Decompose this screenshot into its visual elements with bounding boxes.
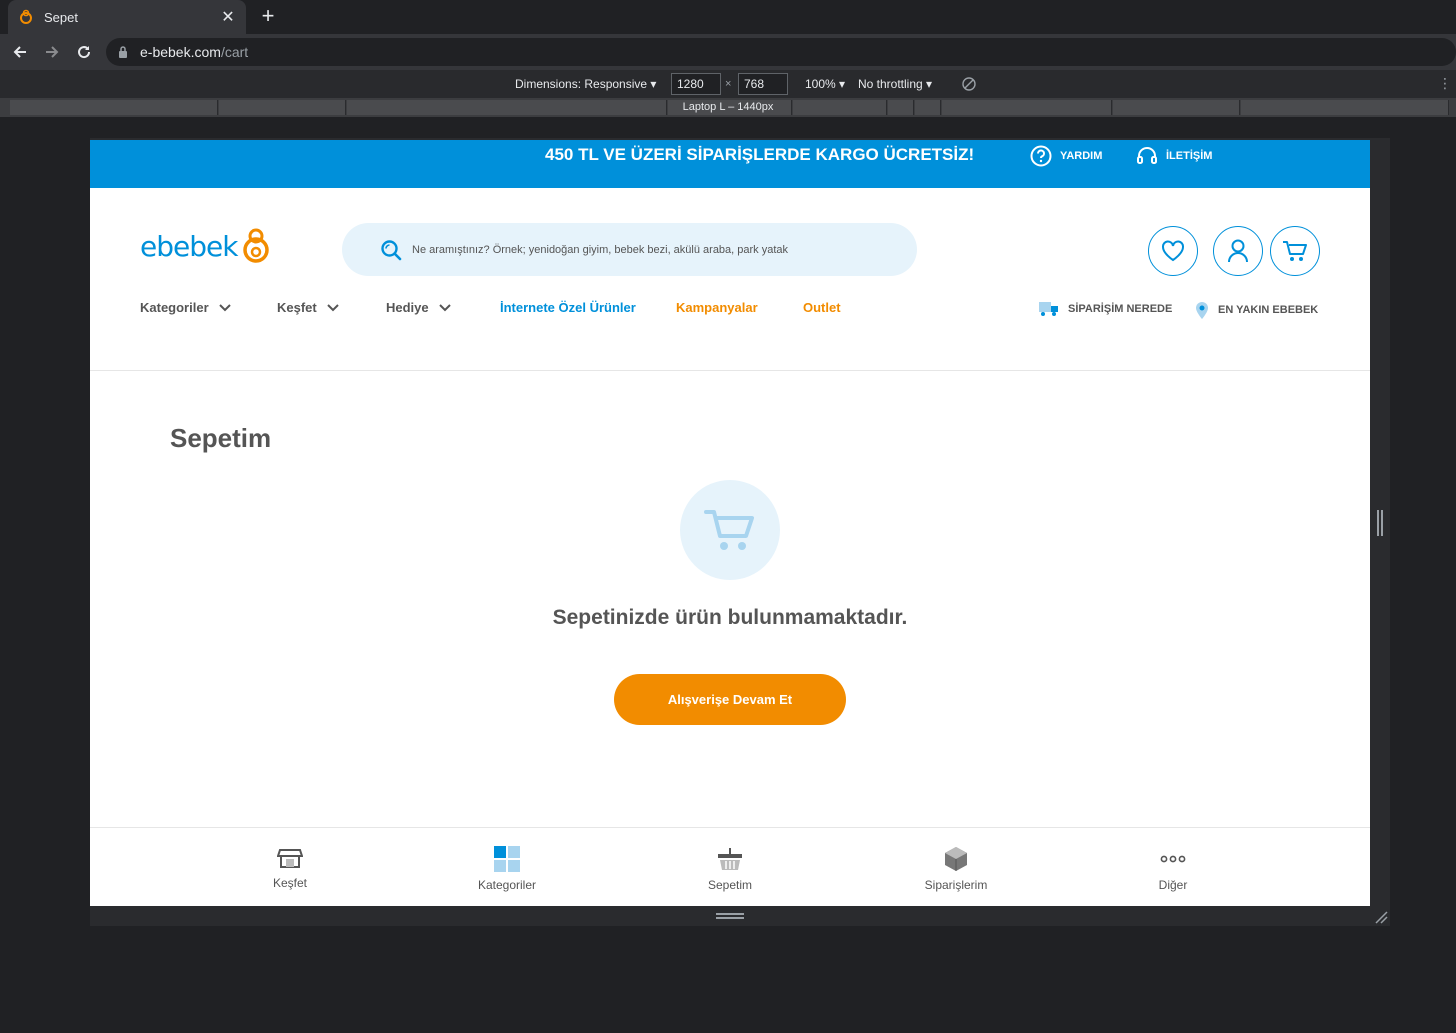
order-tracking-link[interactable]: SİPARİŞİM NEREDE bbox=[1038, 300, 1172, 318]
chevron-down-icon bbox=[327, 303, 339, 311]
bottom-nav-label: Sepetim bbox=[707, 878, 753, 892]
contact-link[interactable]: İLETİŞİM bbox=[1136, 145, 1212, 167]
new-tab-icon[interactable]: + bbox=[258, 5, 278, 27]
browser-tabbar: Sepet ✕ + bbox=[0, 0, 1456, 34]
breakpoint-label: Laptop L – 1440px bbox=[682, 101, 774, 113]
bottom-nav-label: Keşfet bbox=[272, 876, 308, 890]
bottom-navigation: Keşfet Kategoriler Sepetim Siparişlerim … bbox=[90, 827, 1370, 906]
nav-gift[interactable]: Hediye bbox=[386, 300, 451, 315]
height-input[interactable]: 768 bbox=[738, 73, 788, 95]
nav-discover[interactable]: Keşfet bbox=[277, 300, 339, 315]
bottom-nav-label: Kategoriler bbox=[477, 878, 537, 892]
tab-title: Sepet bbox=[44, 9, 78, 25]
web-page: 450 TL VE ÜZERİ SİPARİŞLERDE KARGO ÜCRET… bbox=[90, 140, 1370, 906]
more-icon bbox=[1160, 855, 1186, 863]
bottom-nav-label: Siparişlerim bbox=[924, 878, 988, 892]
address-bar[interactable]: e-bebek.com/cart bbox=[106, 38, 1456, 66]
page-title: Sepetim bbox=[170, 423, 272, 453]
package-icon bbox=[945, 847, 967, 871]
store-icon bbox=[277, 849, 303, 868]
media-query-bar[interactable]: Laptop L – 1440px bbox=[0, 99, 1456, 117]
header-divider bbox=[90, 370, 1370, 371]
user-icon bbox=[1228, 239, 1248, 263]
bottom-nav-label: Diğer bbox=[1158, 878, 1188, 892]
throttling-select[interactable]: No throttling ▾ bbox=[858, 77, 932, 91]
cart-button[interactable] bbox=[1270, 226, 1320, 276]
nav-discover-label: Keşfet bbox=[277, 300, 317, 315]
zoom-select[interactable]: 100% ▾ bbox=[805, 77, 845, 91]
bottom-nav-more[interactable]: Diğer bbox=[1113, 846, 1233, 892]
back-icon[interactable] bbox=[4, 36, 36, 68]
nav-campaigns-label: Kampanyalar bbox=[676, 300, 758, 315]
device-toolbar: Dimensions: Responsive ▾ 1280 × 768 100%… bbox=[0, 70, 1456, 99]
browser-tab[interactable]: Sepet ✕ bbox=[8, 0, 246, 34]
help-icon bbox=[1030, 145, 1052, 167]
bottom-nav-discover[interactable]: Keşfet bbox=[230, 846, 350, 890]
basket-icon bbox=[718, 848, 742, 870]
empty-cart-illustration bbox=[680, 480, 780, 580]
url-host: e-bebek.com bbox=[140, 44, 221, 60]
help-label: YARDIM bbox=[1060, 150, 1103, 162]
times-sign: × bbox=[725, 78, 732, 90]
search-icon[interactable] bbox=[380, 239, 402, 261]
url-path: /cart bbox=[220, 44, 249, 60]
nav-outlet[interactable]: Outlet bbox=[803, 300, 841, 315]
order-tracking-label: SİPARİŞİM NEREDE bbox=[1068, 303, 1173, 315]
contact-label: İLETİŞİM bbox=[1166, 150, 1213, 162]
width-input[interactable]: 1280 bbox=[671, 73, 721, 95]
nav-online-exclusive[interactable]: İnternete Özel Ürünler bbox=[500, 300, 636, 315]
nav-gift-label: Hediye bbox=[386, 300, 429, 315]
bottom-nav-categories[interactable]: Kategoriler bbox=[447, 846, 567, 892]
rotate-icon[interactable] bbox=[962, 77, 976, 91]
heart-icon bbox=[1162, 240, 1184, 262]
empty-cart-message: Sepetinizde ürün bulunmamaktadır. bbox=[552, 606, 908, 629]
close-tab-icon[interactable]: ✕ bbox=[220, 7, 236, 27]
resize-corner-icon[interactable] bbox=[1372, 908, 1388, 924]
free-shipping-text: 450 TL VE ÜZERİ SİPARİŞLERDE KARGO ÜCRET… bbox=[545, 145, 975, 164]
favorites-button[interactable] bbox=[1148, 226, 1198, 276]
account-button[interactable] bbox=[1213, 226, 1263, 276]
nav-campaigns[interactable]: Kampanyalar bbox=[676, 300, 758, 315]
nav-categories[interactable]: Kategoriler bbox=[140, 300, 231, 315]
reload-icon[interactable] bbox=[68, 36, 100, 68]
truck-icon bbox=[1039, 302, 1058, 316]
device-more-icon[interactable]: ⋮ bbox=[1438, 75, 1452, 92]
cart-icon bbox=[1283, 241, 1307, 261]
lock-icon bbox=[119, 46, 127, 58]
promo-banner: 450 TL VE ÜZERİ SİPARİŞLERDE KARGO ÜCRET… bbox=[90, 140, 1370, 188]
resize-handle-right[interactable] bbox=[1377, 510, 1383, 536]
bottom-nav-cart[interactable]: Sepetim bbox=[670, 846, 790, 892]
forward-icon[interactable] bbox=[36, 36, 68, 68]
dimensions-select[interactable]: Dimensions: Responsive ▾ bbox=[515, 77, 656, 91]
headset-icon bbox=[1137, 147, 1157, 164]
help-link[interactable]: YARDIM bbox=[1030, 145, 1102, 167]
logo-text: ebebek bbox=[140, 229, 238, 263]
continue-shopping-button[interactable]: Alışverişe Devam Et bbox=[614, 674, 846, 725]
grid-icon bbox=[494, 846, 520, 872]
chevron-down-icon bbox=[218, 303, 231, 311]
nearest-store-link[interactable]: EN YAKIN EBEBEK bbox=[1194, 300, 1318, 320]
favicon-icon bbox=[20, 9, 32, 24]
nav-categories-label: Kategoriler bbox=[140, 300, 209, 315]
bottom-nav-orders[interactable]: Siparişlerim bbox=[896, 846, 1016, 892]
chevron-down-icon bbox=[438, 303, 451, 311]
search-input[interactable]: Ne aramıştınız? Örnek; yenidoğan giyim, … bbox=[342, 223, 917, 276]
location-pin-icon bbox=[1196, 302, 1208, 319]
resize-handle-bottom[interactable] bbox=[716, 913, 744, 919]
nav-outlet-label: Outlet bbox=[803, 300, 841, 315]
logo-mark-icon bbox=[243, 228, 270, 263]
nav-online-exclusive-label: İnternete Özel Ürünler bbox=[500, 300, 636, 315]
site-logo[interactable]: ebebek bbox=[140, 226, 271, 266]
search-placeholder: Ne aramıştınız? Örnek; yenidoğan giyim, … bbox=[412, 243, 789, 256]
browser-toolbar: e-bebek.com/cart bbox=[0, 34, 1456, 70]
empty-cart-icon bbox=[704, 510, 754, 550]
nearest-store-label: EN YAKIN EBEBEK bbox=[1218, 304, 1319, 316]
